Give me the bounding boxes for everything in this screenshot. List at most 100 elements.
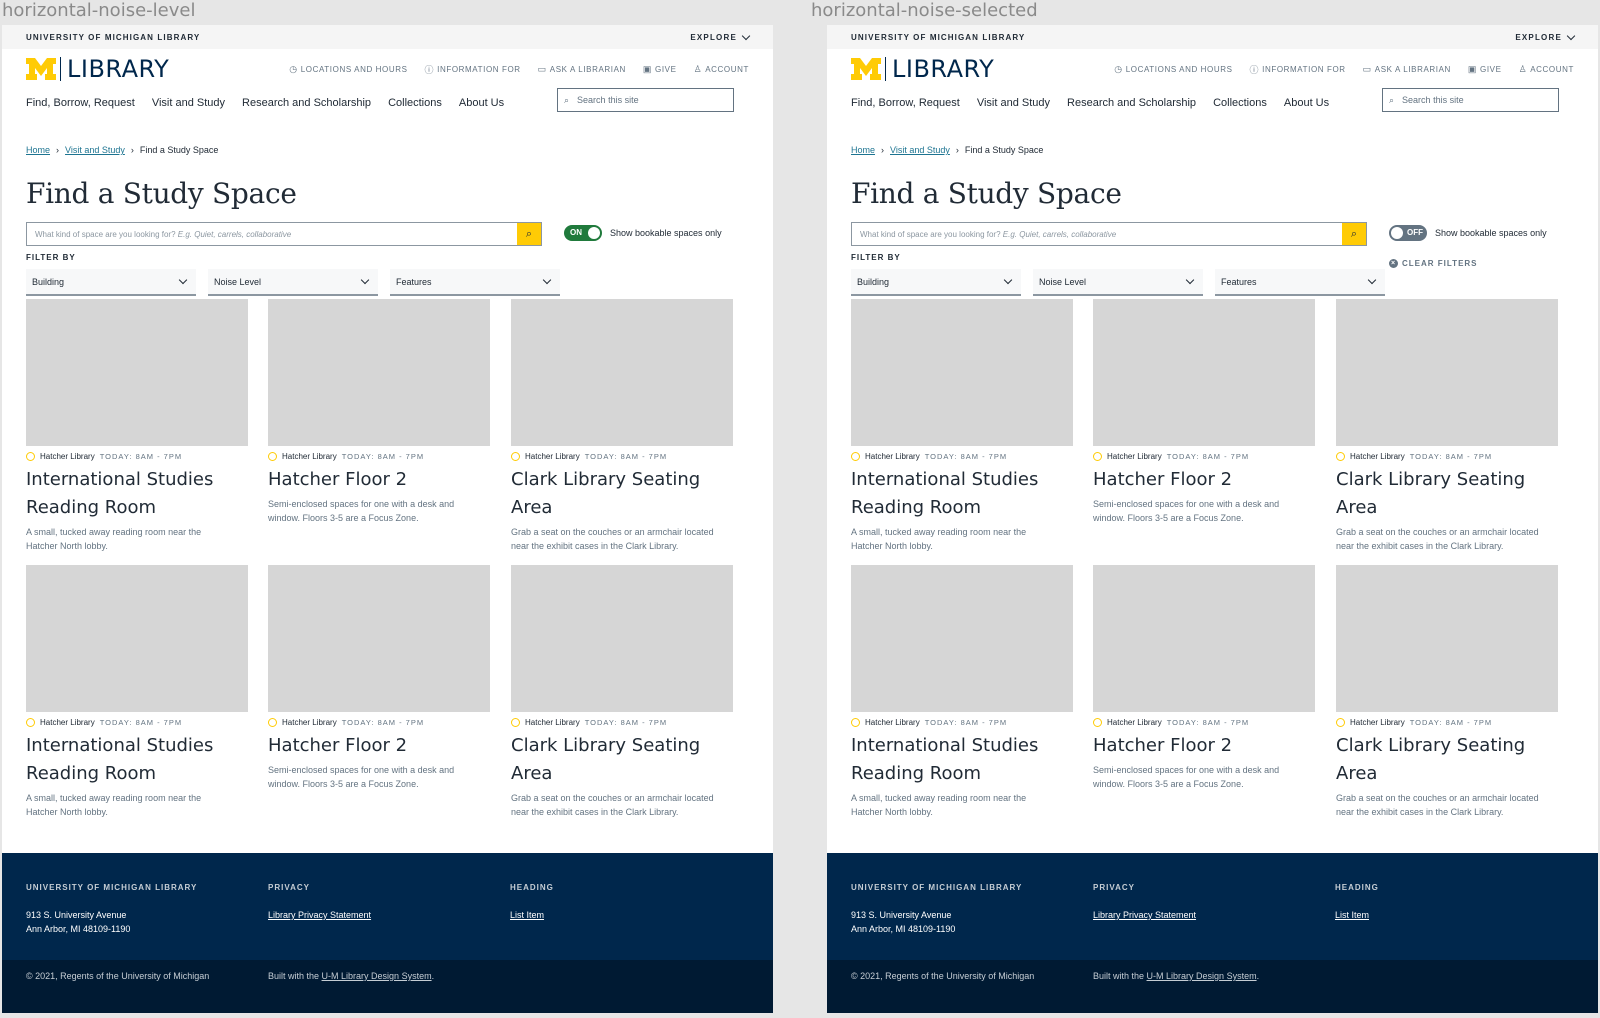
card-description-line: Grab a seat on the couches or an armchai… <box>511 527 714 537</box>
breadcrumb-visit[interactable]: Visit and Study <box>65 145 125 155</box>
card-description-line: near the exhibit cases in the Clark Libr… <box>511 807 679 817</box>
search-submit-button[interactable]: ⌕ <box>1342 223 1366 245</box>
space-search-input[interactable]: What kind of space are you looking for? … <box>26 222 542 246</box>
card-title[interactable]: Hatcher Floor 2 <box>268 466 490 494</box>
utility-link-locations[interactable]: ◷ LOCATIONS AND HOURS <box>289 63 407 76</box>
study-space-card[interactable]: Hatcher Library TODAY: 8AM - 7PM Hatcher… <box>1093 565 1315 791</box>
footer-list-item-link[interactable]: List Item <box>1335 908 1379 922</box>
footer-list-item-link[interactable]: List Item <box>510 908 554 922</box>
nav-item-visit[interactable]: Visit and Study <box>977 97 1050 109</box>
site-search-input[interactable]: ⌕ Search this site <box>1382 88 1559 112</box>
card-description-line: window. Floors 3-5 are a Focus Zone. <box>1093 779 1244 789</box>
filter-noise-level-select[interactable]: Noise Level <box>208 269 378 296</box>
filter-noise-level-select[interactable]: Noise Level <box>1033 269 1203 296</box>
bookable-toggle[interactable]: ON Show bookable spaces only <box>564 225 722 241</box>
study-space-card[interactable]: Hatcher Library TODAY: 8AM - 7PM Hatcher… <box>268 565 490 791</box>
filter-label: Features <box>1221 276 1257 287</box>
study-space-card[interactable]: Hatcher Library TODAY: 8AM - 7PM Clark L… <box>1336 565 1558 819</box>
study-space-card[interactable]: Hatcher Library TODAY: 8AM - 7PM Clark L… <box>511 299 733 553</box>
breadcrumb-home[interactable]: Home <box>26 145 50 155</box>
utility-link-ask[interactable]: ▭ ASK A LIBRARIAN <box>1363 63 1451 76</box>
nav-item-find[interactable]: Find, Borrow, Request <box>851 97 960 109</box>
card-title[interactable]: Clark Library Seating Area <box>511 466 733 522</box>
nav-item-research[interactable]: Research and Scholarship <box>242 97 371 109</box>
page-title: Find a Study Space <box>26 177 297 210</box>
nav-item-visit[interactable]: Visit and Study <box>152 97 225 109</box>
clear-filters-button[interactable]: × CLEAR FILTERS <box>1389 259 1478 268</box>
filter-building-select[interactable]: Building <box>851 269 1021 296</box>
card-title[interactable]: International Studies Reading Room <box>26 466 248 522</box>
card-title[interactable]: International Studies Reading Room <box>851 466 1073 522</box>
site-search-input[interactable]: ⌕ Search this site <box>557 88 734 112</box>
card-title[interactable]: Hatcher Floor 2 <box>1093 732 1315 760</box>
study-space-card[interactable]: Hatcher Library TODAY: 8AM - 7PM Hatcher… <box>268 299 490 525</box>
library-logo[interactable]: LIBRARY <box>26 57 169 81</box>
breadcrumb-home[interactable]: Home <box>851 145 875 155</box>
utility-link-information[interactable]: ⓘ INFORMATION FOR <box>1250 63 1346 76</box>
utility-link-account[interactable]: ♙ ACCOUNT <box>694 63 749 76</box>
explore-button[interactable]: EXPLORE <box>1515 31 1576 42</box>
nav-item-find[interactable]: Find, Borrow, Request <box>26 97 135 109</box>
utility-link-locations[interactable]: ◷ LOCATIONS AND HOURS <box>1114 63 1232 76</box>
search-icon: ⌕ <box>564 94 570 105</box>
footer-heading: UNIVERSITY OF MICHIGAN LIBRARY <box>26 883 198 892</box>
design-system-link[interactable]: U-M Library Design System <box>1147 971 1257 981</box>
toggle-switch[interactable]: OFF <box>1389 225 1427 241</box>
study-space-card[interactable]: Hatcher Library TODAY: 8AM - 7PM Interna… <box>851 299 1073 553</box>
card-title[interactable]: Clark Library Seating Area <box>1336 466 1558 522</box>
card-title-line: Clark Library Seating <box>511 735 701 756</box>
card-library: Hatcher Library <box>40 718 95 727</box>
study-space-card[interactable]: Hatcher Library TODAY: 8AM - 7PM Clark L… <box>1336 299 1558 553</box>
nav-item-about[interactable]: About Us <box>1284 97 1329 109</box>
card-description-line: window. Floors 3-5 are a Focus Zone. <box>268 779 419 789</box>
card-title[interactable]: Clark Library Seating Area <box>1336 732 1558 788</box>
study-space-card[interactable]: Hatcher Library TODAY: 8AM - 7PM Interna… <box>26 299 248 553</box>
utility-link-account[interactable]: ♙ ACCOUNT <box>1519 63 1574 76</box>
space-search-input[interactable]: What kind of space are you looking for? … <box>851 222 1367 246</box>
filter-building-select[interactable]: Building <box>26 269 196 296</box>
study-space-card[interactable]: Hatcher Library TODAY: 8AM - 7PM Interna… <box>26 565 248 819</box>
search-icon: ⌕ <box>1350 227 1358 240</box>
privacy-statement-link[interactable]: Library Privacy Statement <box>1093 908 1196 922</box>
explore-button[interactable]: EXPLORE <box>690 31 751 42</box>
main-nav: Find, Borrow, Request Visit and Study Re… <box>26 97 504 109</box>
study-space-card[interactable]: Hatcher Library TODAY: 8AM - 7PM Clark L… <box>511 565 733 819</box>
utility-link-give[interactable]: ▣ GIVE <box>643 63 677 76</box>
library-logo[interactable]: LIBRARY <box>851 57 994 81</box>
nav-item-collections[interactable]: Collections <box>388 97 442 109</box>
footer-bottom: © 2021, Regents of the University of Mic… <box>2 960 773 1013</box>
card-image-placeholder <box>268 299 490 446</box>
study-space-card[interactable]: Hatcher Library TODAY: 8AM - 7PM Hatcher… <box>1093 299 1315 525</box>
card-title[interactable]: Clark Library Seating Area <box>511 732 733 788</box>
card-library: Hatcher Library <box>1107 452 1162 461</box>
utility-link-ask[interactable]: ▭ ASK A LIBRARIAN <box>538 63 626 76</box>
bookable-toggle[interactable]: OFF Show bookable spaces only <box>1389 225 1547 241</box>
nav-item-collections[interactable]: Collections <box>1213 97 1267 109</box>
card-library: Hatcher Library <box>282 452 337 461</box>
card-description: Grab a seat on the couches or an armchai… <box>1336 791 1558 819</box>
nav-item-research[interactable]: Research and Scholarship <box>1067 97 1196 109</box>
privacy-statement-link[interactable]: Library Privacy Statement <box>268 908 371 922</box>
search-submit-button[interactable]: ⌕ <box>517 223 541 245</box>
design-system-link[interactable]: U-M Library Design System <box>322 971 432 981</box>
filter-features-select[interactable]: Features <box>390 269 560 296</box>
study-space-card[interactable]: Hatcher Library TODAY: 8AM - 7PM Interna… <box>851 565 1073 819</box>
clock-icon <box>268 452 277 461</box>
utility-link-information[interactable]: ⓘ INFORMATION FOR <box>425 63 521 76</box>
card-title[interactable]: Hatcher Floor 2 <box>1093 466 1315 494</box>
card-title[interactable]: International Studies Reading Room <box>26 732 248 788</box>
clock-icon: ◷ <box>1114 63 1123 74</box>
card-description-line: Grab a seat on the couches or an armchai… <box>1336 527 1539 537</box>
card-hours: TODAY: 8AM - 7PM <box>1166 718 1250 727</box>
card-title[interactable]: Hatcher Floor 2 <box>268 732 490 760</box>
person-icon: ♙ <box>1518 63 1528 74</box>
nav-item-about[interactable]: About Us <box>459 97 504 109</box>
utility-link-give[interactable]: ▣ GIVE <box>1468 63 1502 76</box>
card-title[interactable]: International Studies Reading Room <box>851 732 1073 788</box>
card-library: Hatcher Library <box>865 718 920 727</box>
toggle-label: Show bookable spaces only <box>610 228 722 238</box>
card-description-line: near the exhibit cases in the Clark Libr… <box>1336 807 1504 817</box>
filter-features-select[interactable]: Features <box>1215 269 1385 296</box>
toggle-switch[interactable]: ON <box>564 225 602 241</box>
breadcrumb-visit[interactable]: Visit and Study <box>890 145 950 155</box>
